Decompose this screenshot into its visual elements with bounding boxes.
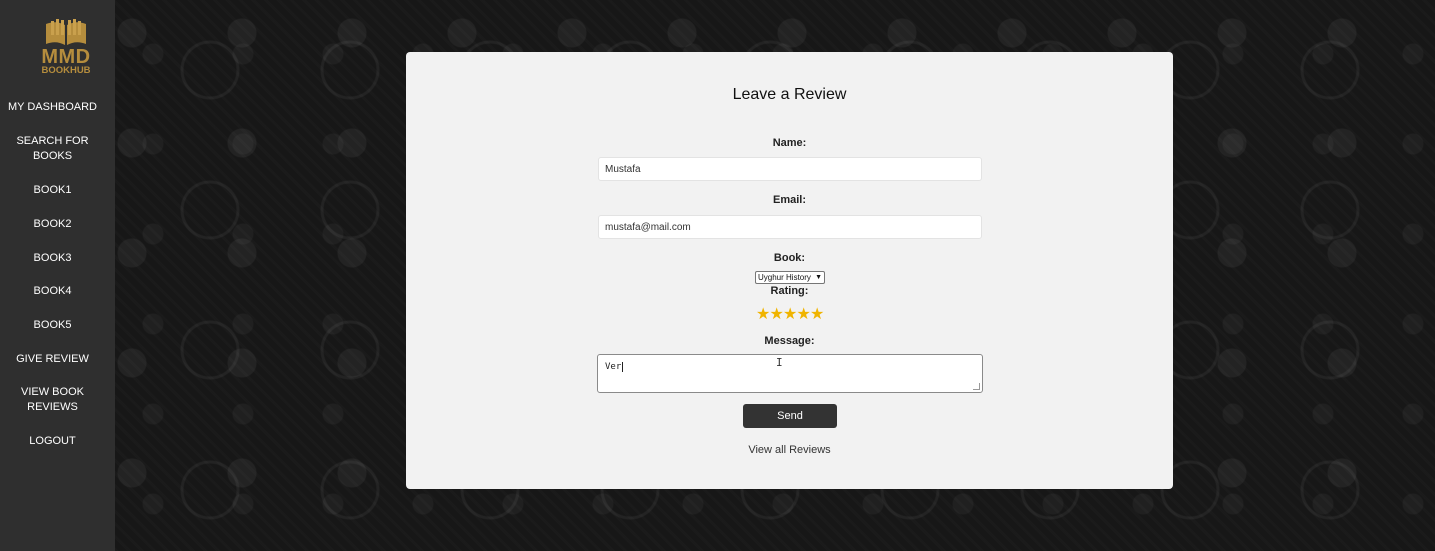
email-field[interactable] <box>598 215 982 239</box>
name-label: Name: <box>772 137 807 149</box>
name-field[interactable] <box>598 157 982 181</box>
sidebar-item-view-book-reviews[interactable]: VIEW BOOK REVIEWS <box>0 385 105 415</box>
page-title: Leave a Review <box>732 86 847 103</box>
star-icon[interactable]: ★ <box>770 306 784 324</box>
sidebar-item-logout[interactable]: LOGOUT <box>0 434 105 449</box>
sidebar-item-book5[interactable]: BOOK5 <box>0 318 105 333</box>
sidebar-item-book2[interactable]: BOOK2 <box>0 217 105 232</box>
logo-subtitle: BOOKHUB <box>41 65 91 76</box>
message-textarea[interactable]: Ver <box>597 354 983 393</box>
sidebar-item-give-review[interactable]: GIVE REVIEW <box>0 352 105 367</box>
book-select-value: Uyghur History <box>758 273 811 282</box>
star-icon[interactable]: ★ <box>756 306 770 324</box>
text-caret <box>622 362 624 372</box>
sidebar-item-book3[interactable]: BOOK3 <box>0 251 105 266</box>
review-form-card: Leave a Review Name: Email: Book: Uyghur… <box>406 52 1173 489</box>
star-icon[interactable]: ★ <box>810 306 824 324</box>
sidebar-item-search-for-books[interactable]: SEARCH FOR BOOKS <box>0 134 105 164</box>
star-icon[interactable]: ★ <box>797 306 811 324</box>
star-rating[interactable]: ★★★★★ <box>756 306 824 324</box>
book-select[interactable]: Uyghur History ▼ <box>755 271 825 284</box>
sidebar-item-book1[interactable]: BOOK1 <box>0 183 105 198</box>
message-label: Message: <box>764 335 815 347</box>
rating-label: Rating: <box>770 285 809 297</box>
book-label: Book: <box>773 252 806 264</box>
email-label: Email: <box>772 194 806 206</box>
sidebar-item-book4[interactable]: BOOK4 <box>0 284 105 299</box>
chevron-down-icon: ▼ <box>815 274 822 281</box>
open-book-logo-icon <box>46 19 86 45</box>
sidebar: MMD BOOKHUB MY DASHBOARD SEARCH FOR BOOK… <box>0 0 115 551</box>
resize-handle-icon[interactable] <box>973 383 980 390</box>
star-icon[interactable]: ★ <box>783 306 797 324</box>
send-button[interactable]: Send <box>743 404 837 428</box>
sidebar-item-my-dashboard[interactable]: MY DASHBOARD <box>0 100 105 115</box>
logo-title: MMD <box>41 46 91 68</box>
message-text: Ver <box>605 362 622 372</box>
mmd-bookhub-logo[interactable]: MMD BOOKHUB <box>36 18 96 82</box>
view-all-reviews-link[interactable]: View all Reviews <box>406 444 1173 456</box>
text-cursor-icon: I <box>776 356 783 369</box>
